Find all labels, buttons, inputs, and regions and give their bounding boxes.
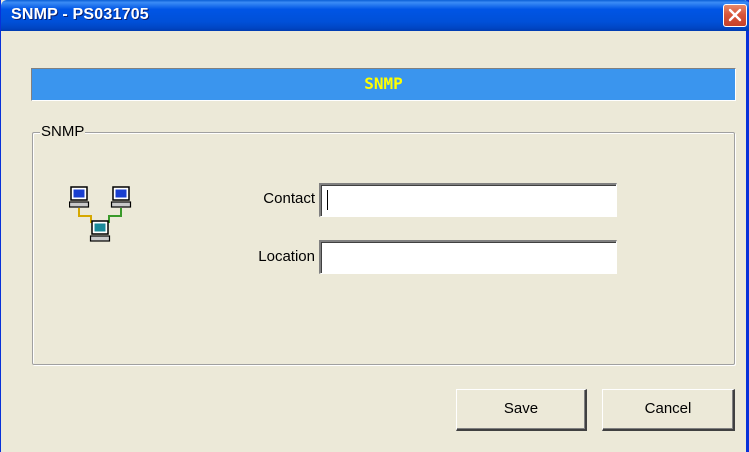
- text-caret: [327, 190, 328, 210]
- cancel-button[interactable]: Cancel: [602, 389, 735, 431]
- save-button[interactable]: Save: [456, 389, 587, 431]
- contact-field[interactable]: [319, 183, 617, 217]
- dialog-window: SNMP - PS031705 SNMP SNMP Contact Locati…: [0, 0, 749, 452]
- window-title: SNMP - PS031705: [11, 6, 149, 23]
- network-computers-icon: [69, 186, 132, 242]
- close-icon: [728, 8, 742, 22]
- banner-title: SNMP: [364, 74, 403, 93]
- contact-label: Contact: [263, 190, 315, 207]
- groupbox-label: SNMP: [40, 123, 86, 140]
- location-label: Location: [258, 248, 315, 265]
- title-bar[interactable]: SNMP - PS031705: [1, 0, 749, 31]
- header-banner: SNMP: [31, 68, 736, 101]
- close-button[interactable]: [723, 4, 747, 27]
- location-field[interactable]: [319, 240, 617, 274]
